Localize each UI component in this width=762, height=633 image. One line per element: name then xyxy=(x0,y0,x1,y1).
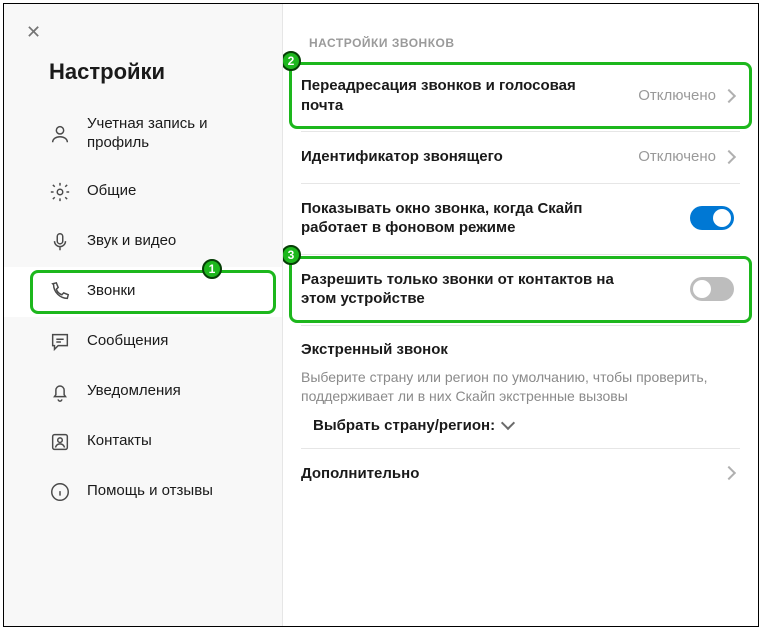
chevron-right-icon xyxy=(722,466,736,480)
message-icon xyxy=(49,331,71,353)
emergency-block: Экстренный звонок Выберите страну или ре… xyxy=(283,325,758,448)
settings-window: ✕ Настройки Учетная запись и профиль Общ… xyxy=(3,3,759,627)
emergency-title: Экстренный звонок xyxy=(301,341,734,358)
emergency-desc: Выберите страну или регион по умолчанию,… xyxy=(301,368,734,407)
row-caller-id[interactable]: Идентификатор звонящего Отключено xyxy=(283,131,758,183)
sidebar-item-calls[interactable]: 1 Звонки xyxy=(4,267,282,317)
sidebar-item-label: Уведомления xyxy=(87,382,181,401)
annotation-badge-2: 2 xyxy=(283,51,301,71)
sidebar-item-label: Контакты xyxy=(87,432,152,451)
chevron-down-icon xyxy=(501,416,515,430)
sidebar-item-help[interactable]: Помощь и отзывы xyxy=(4,467,282,517)
row-forwarding[interactable]: 2 Переадресация звонков и голосовая почт… xyxy=(283,60,758,131)
sidebar-item-label: Сообщения xyxy=(87,332,168,351)
section-title: НАСТРОЙКИ ЗВОНКОВ xyxy=(283,18,758,60)
settings-content: НАСТРОЙКИ ЗВОНКОВ 2 Переадресация звонко… xyxy=(283,4,758,626)
row-title: Показывать окно звонка, когда Скайп рабо… xyxy=(301,199,621,238)
chevron-right-icon xyxy=(722,150,736,164)
row-incoming-window: Показывать окно звонка, когда Скайп рабо… xyxy=(283,183,758,254)
sidebar-title: Настройки xyxy=(4,49,282,101)
sidebar-item-messages[interactable]: Сообщения xyxy=(4,317,282,367)
gear-icon xyxy=(49,181,71,203)
user-icon xyxy=(49,123,71,145)
mic-icon xyxy=(49,231,71,253)
sidebar-item-contacts[interactable]: Контакты xyxy=(4,417,282,467)
row-title: Переадресация звонков и голосовая почта xyxy=(301,76,621,115)
sidebar-item-label: Помощь и отзывы xyxy=(87,482,213,501)
sidebar-item-account[interactable]: Учетная запись и профиль xyxy=(4,101,282,167)
close-icon[interactable]: ✕ xyxy=(26,22,41,42)
row-status: Отключено xyxy=(638,87,734,104)
row-status: Отключено xyxy=(638,148,734,165)
info-icon xyxy=(49,481,71,503)
phone-icon xyxy=(49,281,71,303)
sidebar-item-label: Общие xyxy=(87,182,136,201)
toggle-incoming-window[interactable] xyxy=(690,206,734,230)
row-title: Дополнительно xyxy=(301,464,419,484)
annotation-badge-3: 3 xyxy=(283,245,301,265)
toggle-only-contacts[interactable] xyxy=(690,277,734,301)
sidebar-item-general[interactable]: Общие xyxy=(4,167,282,217)
row-title: Идентификатор звонящего xyxy=(301,147,503,167)
annotation-badge-1: 1 xyxy=(202,259,222,279)
row-more[interactable]: Дополнительно xyxy=(283,448,758,500)
chevron-right-icon xyxy=(722,88,736,102)
row-title: Разрешить только звонки от контактов на … xyxy=(301,270,621,309)
sidebar-item-label: Учетная запись и профиль xyxy=(87,115,260,153)
sidebar-item-notifications[interactable]: Уведомления xyxy=(4,367,282,417)
row-only-contacts: 3 Разрешить только звонки от контактов н… xyxy=(283,254,758,325)
bell-icon xyxy=(49,381,71,403)
sidebar-item-audio-video[interactable]: Звук и видео xyxy=(4,217,282,267)
settings-sidebar: ✕ Настройки Учетная запись и профиль Общ… xyxy=(4,4,283,626)
sidebar-item-label: Звонки xyxy=(87,282,135,301)
sidebar-item-label: Звук и видео xyxy=(87,232,176,251)
country-picker[interactable]: Выбрать страну/регион: xyxy=(301,417,734,434)
contacts-icon xyxy=(49,431,71,453)
